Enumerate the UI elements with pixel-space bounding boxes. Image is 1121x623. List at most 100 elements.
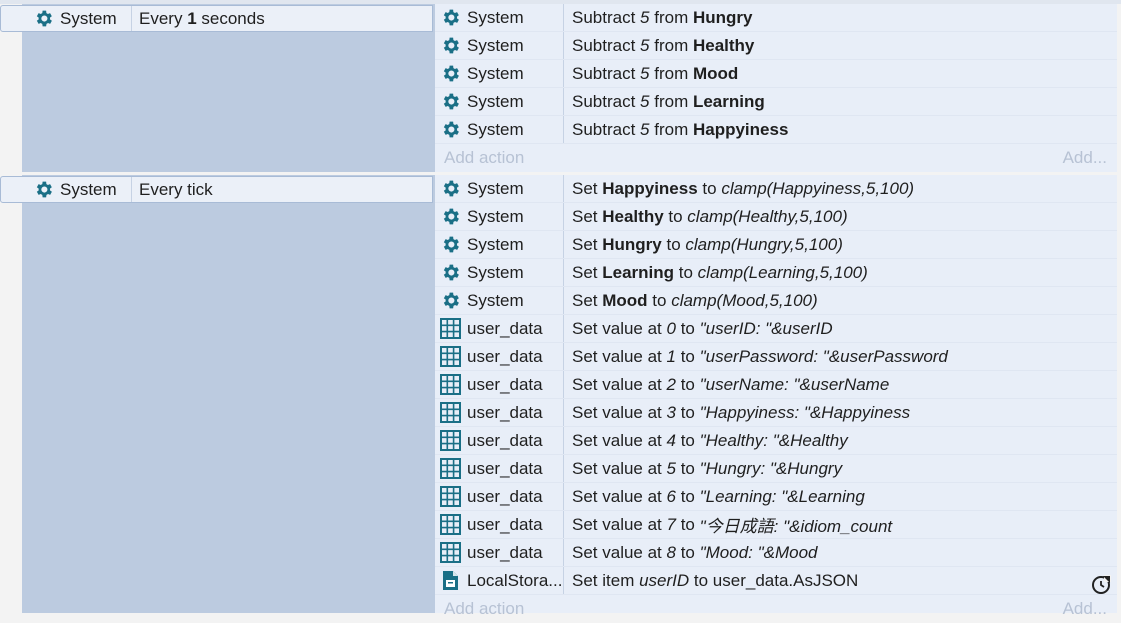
action-row[interactable]: user_data Set value at 7 to "今日成語: "&idio… <box>435 511 1117 539</box>
action-row[interactable]: user_data Set value at 8 to "Mood: "&Mood <box>435 539 1117 567</box>
action-row[interactable]: System Subtract 5 from Hungry <box>435 4 1117 32</box>
text-segment: from <box>649 91 693 111</box>
text-segment: "Learning: "&Learning <box>699 486 865 506</box>
text-segment: Subtract <box>572 35 641 55</box>
text-segment: to <box>689 570 713 590</box>
action-row[interactable]: System Set Healthy to clamp(Healthy,5,100… <box>435 203 1117 231</box>
refresh-icon[interactable] <box>1090 574 1112 596</box>
actions-column: System Subtract 5 from Hungry System Subtra… <box>435 4 1117 172</box>
action-object-name: System <box>467 262 524 282</box>
text-segment: 1 <box>666 346 676 366</box>
action-object-name: System <box>467 35 524 55</box>
gear-icon <box>440 119 461 140</box>
text-segment: Set value at <box>572 402 667 422</box>
text-segment: to <box>675 318 700 338</box>
condition-text: Every 1 seconds <box>139 6 265 31</box>
action-row[interactable]: System Subtract 5 from Happyiness <box>435 116 1117 144</box>
text-segment: clamp(Learning,5,100) <box>697 262 868 282</box>
actions-column: System Set Happyiness to clamp(Happyiness… <box>435 175 1117 618</box>
text-segment: "Healthy: "&Healthy <box>699 430 848 450</box>
text-segment: "Hungry: "&Hungry <box>699 458 843 478</box>
text-segment: "userName: "&userName <box>699 374 890 394</box>
event-block: System Every tick System Set Happyiness t… <box>0 175 1121 618</box>
text-segment: Healthy <box>602 206 664 226</box>
action-object: user_data <box>440 539 564 566</box>
text-segment: from <box>649 63 693 83</box>
text-segment: 5 <box>640 119 650 139</box>
text-segment: Subtract <box>572 91 641 111</box>
action-text: Subtract 5 from Mood <box>572 60 738 87</box>
text-segment: Hungry <box>602 234 662 254</box>
condition-row[interactable]: System Every 1 seconds <box>0 5 433 32</box>
action-object: user_data <box>440 427 564 454</box>
add-action-link[interactable]: Add action <box>444 599 524 619</box>
text-segment: Subtract <box>572 63 641 83</box>
text-segment: to <box>675 542 700 562</box>
add-action-link[interactable]: Add action <box>444 148 524 168</box>
gear-icon <box>440 234 461 255</box>
text-segment: Learning <box>602 262 675 282</box>
text-segment: Learning <box>692 91 765 111</box>
condition-object-name: System <box>60 179 117 199</box>
text-segment: 3 <box>666 402 676 422</box>
text-segment: 2 <box>666 374 676 394</box>
condition-row[interactable]: System Every tick <box>0 176 433 203</box>
action-row[interactable]: System Set Hungry to clamp(Hungry,5,100) <box>435 231 1117 259</box>
action-row[interactable]: System Subtract 5 from Mood <box>435 60 1117 88</box>
action-row[interactable]: user_data Set value at 1 to "userPassword… <box>435 343 1117 371</box>
text-segment: to <box>663 206 688 226</box>
action-object-name: user_data <box>467 346 543 366</box>
text-segment: 4 <box>666 430 676 450</box>
add-more-link[interactable]: Add... <box>1063 599 1107 619</box>
action-row[interactable]: System Subtract 5 from Learning <box>435 88 1117 116</box>
text-segment: Set <box>572 178 603 198</box>
text-segment: Set value at <box>572 318 667 338</box>
condition-object-name: System <box>60 8 117 28</box>
action-object: user_data <box>440 371 564 398</box>
text-segment: Hungry <box>692 7 753 27</box>
action-row[interactable]: user_data Set value at 6 to "Learning: "&… <box>435 483 1117 511</box>
action-text: Subtract 5 from Healthy <box>572 32 754 59</box>
action-row[interactable]: user_data Set value at 0 to "userID: "&us… <box>435 315 1117 343</box>
action-text: Set value at 8 to "Mood: "&Mood <box>572 539 818 566</box>
text-segment: to <box>675 514 700 534</box>
action-text: Set value at 6 to "Learning: "&Learning <box>572 483 865 510</box>
text-segment: clamp(Healthy,5,100) <box>687 206 848 226</box>
grid-icon <box>440 402 461 423</box>
text-segment: to <box>675 430 700 450</box>
action-object: user_data <box>440 343 564 370</box>
text-segment: to <box>697 178 722 198</box>
action-row[interactable]: user_data Set value at 3 to "Happyiness: … <box>435 399 1117 427</box>
action-object: user_data <box>440 483 564 510</box>
text-segment: "userID: "&userID <box>699 318 833 338</box>
action-row[interactable]: System Set Happyiness to clamp(Happyiness… <box>435 175 1117 203</box>
action-text: Set Hungry to clamp(Hungry,5,100) <box>572 231 843 258</box>
text-segment: Set <box>572 290 603 310</box>
text-segment: Happyiness <box>692 119 789 139</box>
action-row[interactable]: System Set Learning to clamp(Learning,5,1… <box>435 259 1117 287</box>
action-row[interactable]: user_data Set value at 2 to "userName: "&… <box>435 371 1117 399</box>
action-object: user_data <box>440 315 564 342</box>
action-row[interactable]: System Set Mood to clamp(Mood,5,100) <box>435 287 1117 315</box>
text-segment: Every tick <box>139 179 213 199</box>
action-object-name: System <box>467 7 524 27</box>
add-action-row[interactable]: Add action Add... <box>435 144 1117 172</box>
action-text: Set Happyiness to clamp(Happyiness,5,100… <box>572 175 914 202</box>
add-action-row[interactable]: Add action Add... <box>435 595 1117 623</box>
action-text: Subtract 5 from Learning <box>572 88 765 115</box>
text-segment: 7 <box>666 514 676 534</box>
text-segment: to <box>675 346 700 366</box>
text-segment: to <box>675 374 700 394</box>
action-row[interactable]: user_data Set value at 5 to "Hungry: "&Hu… <box>435 455 1117 483</box>
action-object: user_data <box>440 399 564 426</box>
action-row[interactable]: System Subtract 5 from Healthy <box>435 32 1117 60</box>
action-object: LocalStora... <box>440 567 564 594</box>
text-segment: 5 <box>640 35 650 55</box>
add-more-link[interactable]: Add... <box>1063 148 1107 168</box>
action-row[interactable]: LocalStora... Set item userID to user_dat… <box>435 567 1117 595</box>
gear-icon <box>440 290 461 311</box>
condition-object: System <box>33 6 132 31</box>
action-row[interactable]: user_data Set value at 4 to "Healthy: "&H… <box>435 427 1117 455</box>
action-object-name: user_data <box>467 430 543 450</box>
condition-area[interactable] <box>22 175 435 613</box>
